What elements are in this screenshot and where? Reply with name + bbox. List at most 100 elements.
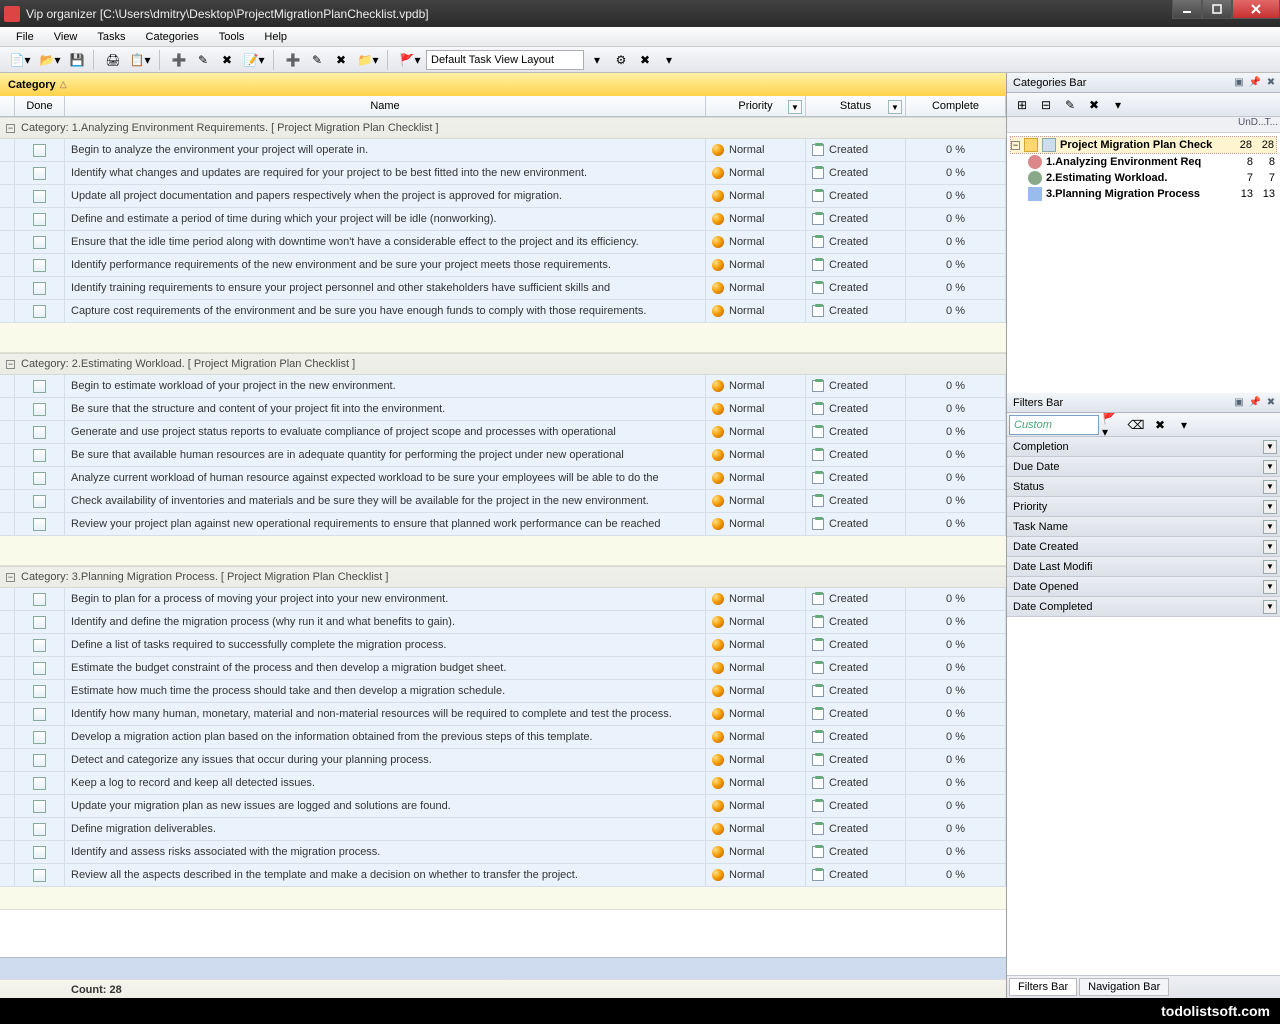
complete-cell[interactable]: 0 % xyxy=(906,611,1006,633)
filter-row[interactable]: Status▼ xyxy=(1007,477,1280,497)
done-cell[interactable] xyxy=(15,749,65,771)
priority-cell[interactable]: Normal xyxy=(706,375,806,397)
name-cell[interactable]: Begin to estimate workload of your proje… xyxy=(65,375,706,397)
complete-cell[interactable]: 0 % xyxy=(906,300,1006,322)
menu-help[interactable]: Help xyxy=(256,29,295,45)
checkbox[interactable] xyxy=(33,639,46,652)
task-row[interactable]: Begin to estimate workload of your proje… xyxy=(0,375,1006,398)
status-cell[interactable]: Created xyxy=(806,726,906,748)
done-cell[interactable] xyxy=(15,421,65,443)
task-row[interactable]: Define a list of tasks required to succe… xyxy=(0,634,1006,657)
menu-tasks[interactable]: Tasks xyxy=(89,29,133,45)
group-by-bar[interactable]: Category△ xyxy=(0,73,1006,96)
name-cell[interactable]: Be sure that available human resources a… xyxy=(65,444,706,466)
name-cell[interactable]: Update your migration plan as new issues… xyxy=(65,795,706,817)
status-cell[interactable]: Created xyxy=(806,139,906,161)
checkbox[interactable] xyxy=(33,472,46,485)
status-cell[interactable]: Created xyxy=(806,300,906,322)
checkbox[interactable] xyxy=(33,846,46,859)
done-cell[interactable] xyxy=(15,634,65,656)
menu-view[interactable]: View xyxy=(46,29,86,45)
name-cell[interactable]: Begin to plan for a process of moving yo… xyxy=(65,588,706,610)
maximize-button[interactable] xyxy=(1202,0,1232,19)
checkbox[interactable] xyxy=(33,495,46,508)
col-status[interactable]: Status▼ xyxy=(806,96,906,116)
cat-extra-button[interactable]: 📁▾ xyxy=(354,49,382,71)
checkbox[interactable] xyxy=(33,305,46,318)
status-cell[interactable]: Created xyxy=(806,490,906,512)
filter-row[interactable]: Completion▼ xyxy=(1007,437,1280,457)
chevron-down-icon[interactable]: ▼ xyxy=(888,100,902,114)
pin-icon[interactable]: 📌 xyxy=(1248,396,1262,410)
name-cell[interactable]: Detect and categorize any issues that oc… xyxy=(65,749,706,771)
task-row[interactable]: Define and estimate a period of time dur… xyxy=(0,208,1006,231)
name-cell[interactable]: Develop a migration action plan based on… xyxy=(65,726,706,748)
priority-cell[interactable]: Normal xyxy=(706,162,806,184)
name-cell[interactable]: Begin to analyze the environment your pr… xyxy=(65,139,706,161)
layout-more-icon[interactable]: ▾ xyxy=(658,49,680,71)
complete-cell[interactable]: 0 % xyxy=(906,185,1006,207)
collapse-icon[interactable]: − xyxy=(6,360,15,369)
layout-delete-icon[interactable]: ✖ xyxy=(634,49,656,71)
status-cell[interactable]: Created xyxy=(806,444,906,466)
done-cell[interactable] xyxy=(15,513,65,535)
task-row[interactable]: Identify and assess risks associated wit… xyxy=(0,841,1006,864)
task-row[interactable]: Ensure that the idle time period along w… xyxy=(0,231,1006,254)
col-priority[interactable]: Priority▼ xyxy=(706,96,806,116)
complete-cell[interactable]: 0 % xyxy=(906,588,1006,610)
group-header[interactable]: −Category: 3.Planning Migration Process.… xyxy=(0,566,1006,588)
task-row[interactable]: Develop a migration action plan based on… xyxy=(0,726,1006,749)
delete-task-button[interactable]: ✖ xyxy=(216,49,238,71)
complete-cell[interactable]: 0 % xyxy=(906,277,1006,299)
done-cell[interactable] xyxy=(15,398,65,420)
priority-cell[interactable]: Normal xyxy=(706,818,806,840)
done-cell[interactable] xyxy=(15,139,65,161)
complete-cell[interactable]: 0 % xyxy=(906,513,1006,535)
complete-cell[interactable]: 0 % xyxy=(906,864,1006,886)
filter-del-button[interactable]: ✖ xyxy=(1149,414,1171,436)
filter-preset-select[interactable]: Custom xyxy=(1009,415,1099,435)
edit-cat-button[interactable]: ✎ xyxy=(306,49,328,71)
chevron-down-icon[interactable]: ▼ xyxy=(788,100,802,114)
chevron-down-icon[interactable]: ▼ xyxy=(1263,480,1277,494)
name-cell[interactable]: Review your project plan against new ope… xyxy=(65,513,706,535)
chevron-down-icon[interactable]: ▼ xyxy=(1263,520,1277,534)
priority-cell[interactable]: Normal xyxy=(706,657,806,679)
priority-cell[interactable]: Normal xyxy=(706,185,806,207)
done-cell[interactable] xyxy=(15,611,65,633)
group-header[interactable]: −Category: 2.Estimating Workload. [ Proj… xyxy=(0,353,1006,375)
name-cell[interactable]: Identify performance requirements of the… xyxy=(65,254,706,276)
open-button[interactable]: 📂▾ xyxy=(36,49,64,71)
task-row[interactable]: Keep a log to record and keep all detect… xyxy=(0,772,1006,795)
name-cell[interactable]: Keep a log to record and keep all detect… xyxy=(65,772,706,794)
done-cell[interactable] xyxy=(15,726,65,748)
done-cell[interactable] xyxy=(15,795,65,817)
name-cell[interactable]: Identify and define the migration proces… xyxy=(65,611,706,633)
task-row[interactable]: Review your project plan against new ope… xyxy=(0,513,1006,536)
name-cell[interactable]: Estimate how much time the process shoul… xyxy=(65,680,706,702)
task-row[interactable]: Define migration deliverables.NormalCrea… xyxy=(0,818,1006,841)
print-button[interactable]: 🖨 xyxy=(102,49,124,71)
filter-row[interactable]: Task Name▼ xyxy=(1007,517,1280,537)
task-row[interactable]: Check availability of inventories and ma… xyxy=(0,490,1006,513)
name-cell[interactable]: Define migration deliverables. xyxy=(65,818,706,840)
status-cell[interactable]: Created xyxy=(806,398,906,420)
filter-save-button[interactable]: 🚩▾ xyxy=(1101,414,1123,436)
titlebar[interactable]: Vip organizer [C:\Users\dmitry\Desktop\P… xyxy=(0,0,1280,27)
layout-dropdown-icon[interactable]: ▾ xyxy=(586,49,608,71)
status-cell[interactable]: Created xyxy=(806,611,906,633)
complete-cell[interactable]: 0 % xyxy=(906,795,1006,817)
done-cell[interactable] xyxy=(15,185,65,207)
task-row[interactable]: Identify what changes and updates are re… xyxy=(0,162,1006,185)
chevron-down-icon[interactable]: ▼ xyxy=(1263,460,1277,474)
layout-select[interactable]: Default Task View Layout xyxy=(426,50,584,70)
checkbox[interactable] xyxy=(33,731,46,744)
done-cell[interactable] xyxy=(15,300,65,322)
checkbox[interactable] xyxy=(33,685,46,698)
complete-cell[interactable]: 0 % xyxy=(906,162,1006,184)
status-cell[interactable]: Created xyxy=(806,254,906,276)
categories-tree[interactable]: −Project Migration Plan Check28281.Analy… xyxy=(1007,133,1280,393)
complete-cell[interactable]: 0 % xyxy=(906,467,1006,489)
close-panel-icon[interactable]: ✖ xyxy=(1264,76,1278,90)
name-cell[interactable]: Identify and assess risks associated wit… xyxy=(65,841,706,863)
